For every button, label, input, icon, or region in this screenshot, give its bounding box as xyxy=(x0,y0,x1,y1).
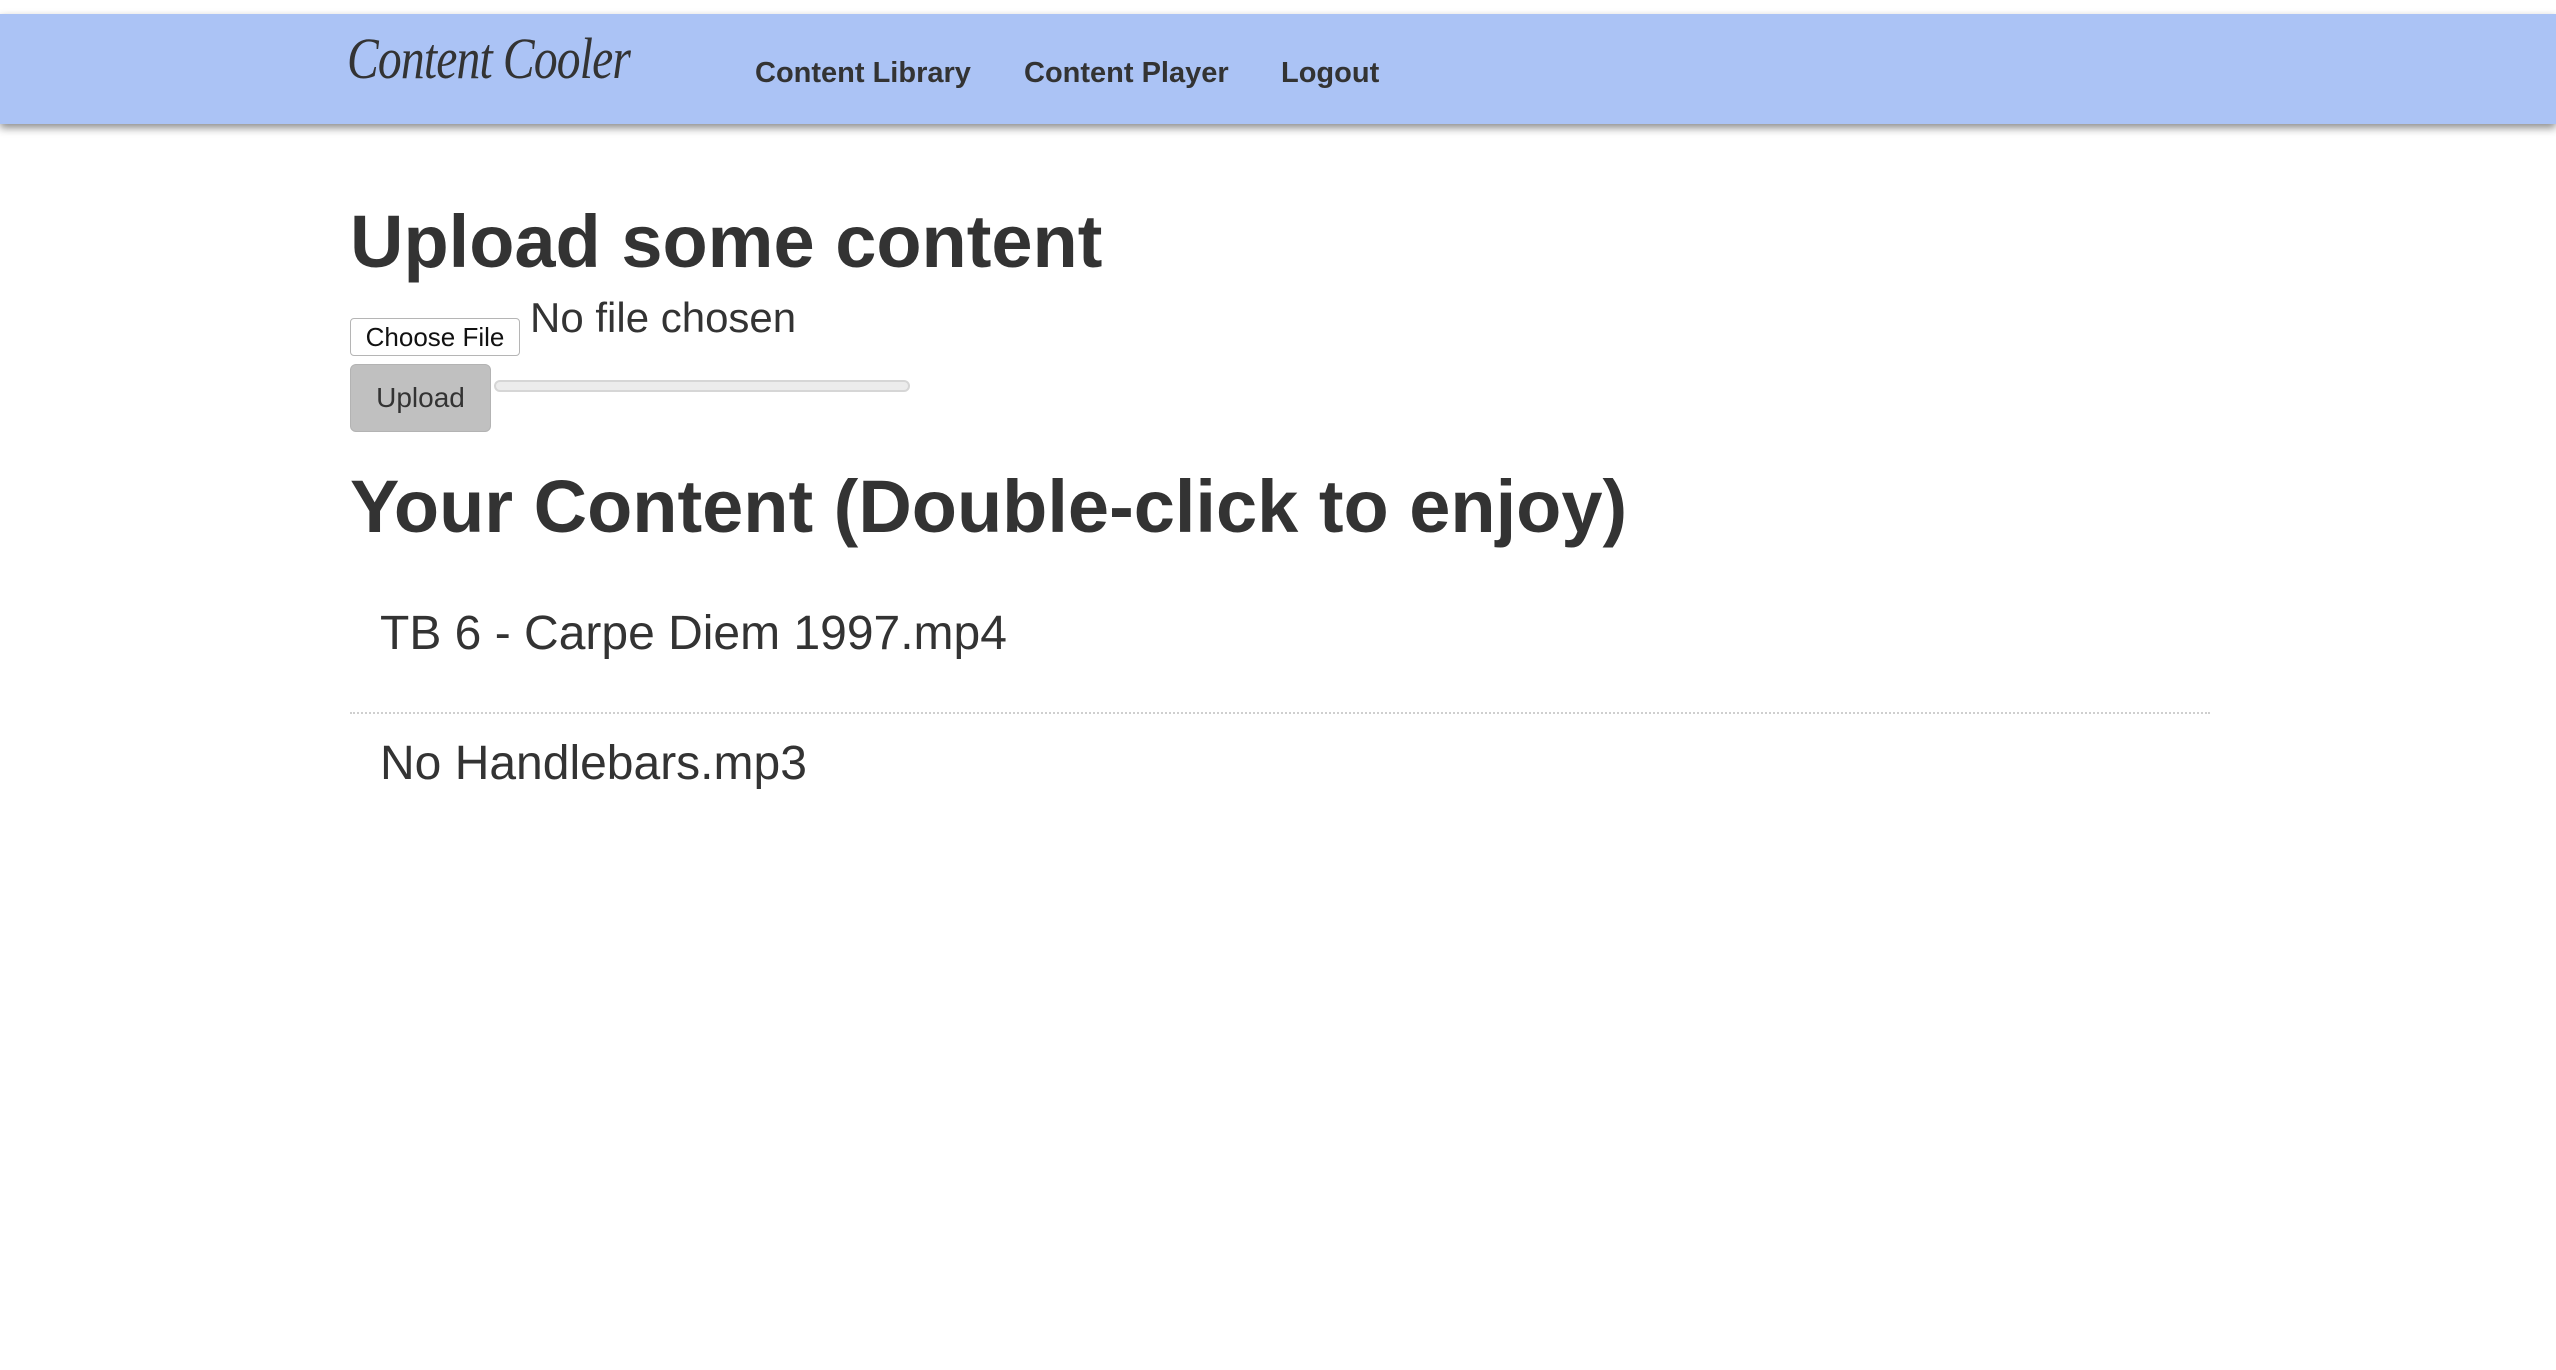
content-heading: Your Content (Double-click to enjoy) xyxy=(350,465,1628,548)
file-status-text: No file chosen xyxy=(530,294,797,341)
nav-link-logout[interactable]: Logout xyxy=(1281,57,1379,90)
upload-progress-bar xyxy=(494,380,910,392)
nav-link-content-player[interactable]: Content Player xyxy=(1024,57,1229,90)
upload-button[interactable]: Upload xyxy=(350,364,491,432)
content-list: TB 6 - Carpe Diem 1997.mp4 No Handlebars… xyxy=(350,584,2210,840)
choose-file-button[interactable]: Choose File xyxy=(350,318,520,356)
content-list-item[interactable]: No Handlebars.mp3 xyxy=(350,712,2210,840)
brand-logo[interactable]: Content Cooler xyxy=(347,30,631,88)
upload-heading: Upload some content xyxy=(350,200,1103,283)
top-strip xyxy=(0,0,2556,14)
content-list-item[interactable]: TB 6 - Carpe Diem 1997.mp4 xyxy=(350,584,2210,712)
nav-link-content-library[interactable]: Content Library xyxy=(755,57,971,90)
navbar: Content Cooler Content Library Content P… xyxy=(0,14,2556,124)
